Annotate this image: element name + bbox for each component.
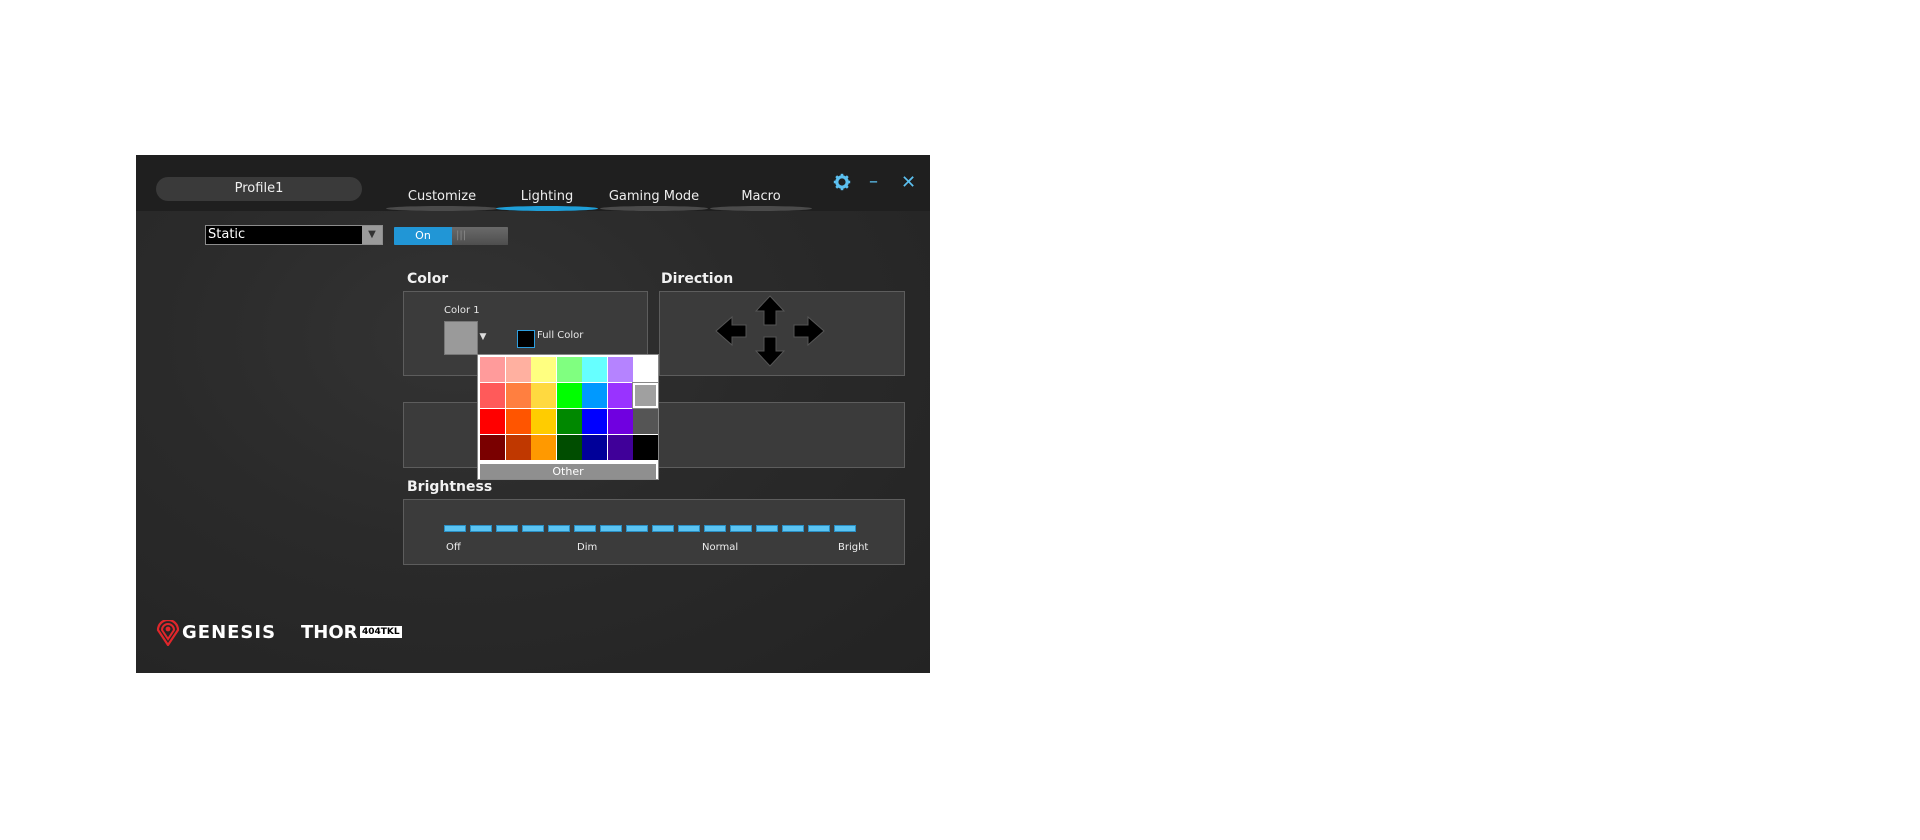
other-color-button[interactable]: Other <box>480 464 656 479</box>
brightness-segment[interactable] <box>444 525 466 532</box>
color-swatch-cell[interactable] <box>505 409 531 434</box>
lighting-mode-dropdown[interactable]: Static ▼ <box>205 225 383 245</box>
color-swatch-cell[interactable] <box>582 383 607 408</box>
arrow-left-icon[interactable] <box>715 315 747 347</box>
arrow-up-icon[interactable] <box>754 295 786 326</box>
brightness-label-dim: Dim <box>577 542 598 553</box>
tab-customize[interactable]: Customize <box>386 189 498 211</box>
profile-selector[interactable]: Profile1 <box>156 177 362 201</box>
lighting-mode-value: Static <box>208 227 246 242</box>
color-swatch-cell[interactable] <box>556 357 582 382</box>
direction-section-title: Direction <box>661 271 734 287</box>
brightness-segment[interactable] <box>548 525 570 532</box>
color1-label: Color 1 <box>444 305 480 316</box>
genesis-logo-icon <box>156 620 180 646</box>
brightness-segment[interactable] <box>470 525 492 532</box>
brightness-segment[interactable] <box>496 525 518 532</box>
toggle-on-label: On <box>394 227 452 245</box>
tab-gaming-mode[interactable]: Gaming Mode <box>600 189 708 211</box>
brightness-label-bright: Bright <box>838 542 869 553</box>
lighting-toggle[interactable]: On ||| <box>394 227 508 245</box>
chevron-down-icon[interactable]: ▼ <box>478 321 488 353</box>
color-swatch-cell[interactable] <box>556 409 582 434</box>
direction-arrows <box>715 295 825 367</box>
arrow-down-icon[interactable] <box>754 336 786 367</box>
color-swatch-cell[interactable] <box>505 435 531 460</box>
chevron-down-icon[interactable]: ▼ <box>362 226 382 244</box>
color-swatch-cell[interactable] <box>556 383 582 408</box>
color-swatch-cell[interactable] <box>633 409 658 434</box>
color-swatch-cell[interactable] <box>505 383 531 408</box>
color-swatch-cell[interactable] <box>531 409 556 434</box>
brightness-segment[interactable] <box>782 525 804 532</box>
color-swatch-cell[interactable] <box>582 357 607 382</box>
close-icon[interactable]: ✕ <box>901 172 916 193</box>
color-swatch-cell[interactable] <box>607 357 633 382</box>
arrow-right-icon[interactable] <box>793 315 825 347</box>
color-swatch-cell[interactable] <box>556 435 582 460</box>
brightness-segment[interactable] <box>704 525 726 532</box>
color-swatch-cell[interactable] <box>531 357 556 382</box>
toggle-knob[interactable]: ||| <box>452 227 508 245</box>
brightness-label-normal: Normal <box>702 542 739 553</box>
color-swatch-cell[interactable] <box>582 409 607 434</box>
full-color-label: Full Color <box>537 330 584 341</box>
brightness-segment[interactable] <box>756 525 778 532</box>
brightness-segment[interactable] <box>652 525 674 532</box>
tab-lighting[interactable]: Lighting <box>496 189 598 211</box>
model-name: THOR <box>301 622 358 643</box>
color-swatch-cell[interactable] <box>480 435 505 460</box>
color-swatch-cell[interactable] <box>582 435 607 460</box>
minimize-icon[interactable]: – <box>869 171 878 192</box>
brightness-segment[interactable] <box>600 525 622 532</box>
color-swatch-cell[interactable] <box>480 383 505 408</box>
brightness-segment[interactable] <box>522 525 544 532</box>
color-swatch-cell[interactable] <box>607 409 633 434</box>
color-swatch-cell[interactable] <box>607 383 633 408</box>
color-swatch-cell[interactable] <box>531 435 556 460</box>
color-swatch-cell[interactable] <box>633 357 658 382</box>
color-swatch-cell[interactable] <box>633 435 658 460</box>
color-swatch-cell[interactable] <box>480 357 505 382</box>
brightness-label-off: Off <box>446 542 461 553</box>
color-swatch-cell[interactable] <box>480 409 505 434</box>
color-swatch-cell[interactable] <box>632 382 659 409</box>
tab-macro[interactable]: Macro <box>710 189 812 211</box>
brightness-segment[interactable] <box>730 525 752 532</box>
color-swatch-cell[interactable] <box>531 383 556 408</box>
gear-icon[interactable] <box>833 173 851 196</box>
brightness-segment[interactable] <box>574 525 596 532</box>
color-section-title: Color <box>407 271 449 287</box>
brightness-segment[interactable] <box>808 525 830 532</box>
color-swatch-cell[interactable] <box>505 357 531 382</box>
color-picker-popup: Other <box>477 354 659 480</box>
color-swatch-cell[interactable] <box>607 435 633 460</box>
full-color-checkbox[interactable] <box>517 330 535 348</box>
model-badge: 404TKL <box>360 626 402 638</box>
color1-swatch[interactable] <box>444 321 478 355</box>
brightness-section-title: Brightness <box>407 479 493 495</box>
brand-name: GENESIS <box>182 622 277 643</box>
brightness-panel <box>403 499 905 565</box>
brightness-segment[interactable] <box>834 525 856 532</box>
app-window: Profile1 Customize Lighting Gaming Mode … <box>136 155 930 673</box>
brightness-segment[interactable] <box>626 525 648 532</box>
brightness-segment[interactable] <box>678 525 700 532</box>
